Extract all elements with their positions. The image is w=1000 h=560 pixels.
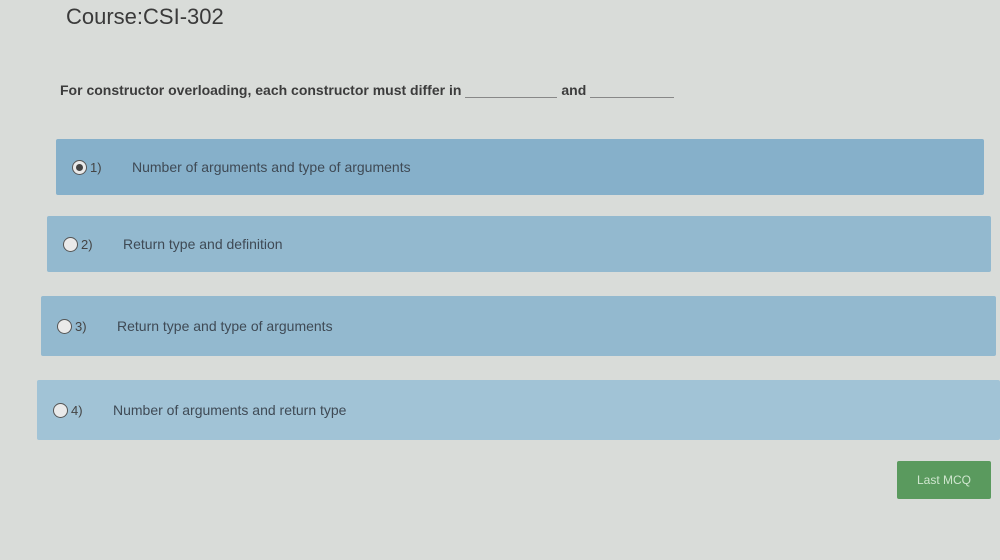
question-text-part1: For constructor overloading, each constr… xyxy=(60,82,462,98)
option-1[interactable]: 1) Number of arguments and type of argum… xyxy=(56,139,984,195)
question-text-part2: and xyxy=(561,82,587,98)
option-4-radio[interactable] xyxy=(53,402,68,418)
option-3-radio[interactable] xyxy=(57,318,72,334)
course-title: Course:CSI-302 xyxy=(66,4,224,29)
last-mcq-button[interactable]: Last MCQ xyxy=(897,461,991,499)
option-4-number: 4) xyxy=(71,402,83,418)
option-1-label: Number of arguments and type of argument… xyxy=(132,159,411,175)
question-text: For constructor overloading, each constr… xyxy=(60,82,780,98)
radio-selected-dot xyxy=(76,163,83,171)
option-3[interactable]: 3) Return type and type of arguments xyxy=(41,296,996,356)
option-4[interactable]: 4) Number of arguments and return type xyxy=(37,380,1000,440)
option-2-radio[interactable] xyxy=(63,236,78,252)
option-2[interactable]: 2) Return type and definition xyxy=(47,216,991,272)
blank-1 xyxy=(465,83,558,98)
option-1-number: 1) xyxy=(90,159,102,175)
option-3-number: 3) xyxy=(75,318,87,334)
blank-2 xyxy=(590,83,675,98)
option-2-number: 2) xyxy=(81,236,93,252)
option-4-label: Number of arguments and return type xyxy=(113,402,347,418)
option-3-label: Return type and type of arguments xyxy=(117,318,333,334)
option-2-label: Return type and definition xyxy=(123,236,283,252)
option-1-radio[interactable] xyxy=(72,159,87,175)
